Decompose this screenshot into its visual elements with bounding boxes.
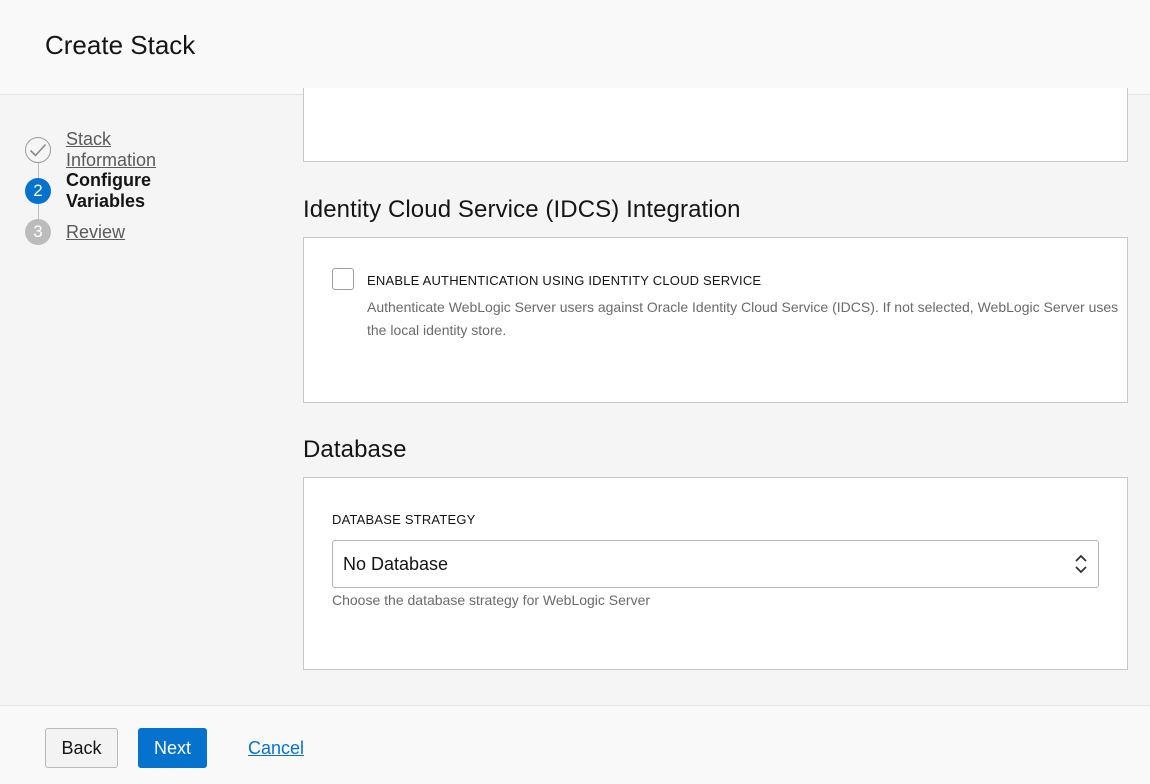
enable-idcs-help: Authenticate WebLogic Server users again…: [367, 299, 1119, 338]
section-title-idcs: Identity Cloud Service (IDCS) Integratio…: [303, 196, 741, 223]
step-label[interactable]: Review: [66, 222, 125, 243]
database-panel: DATABASE STRATEGY No Database Choose the…: [303, 477, 1128, 670]
next-button[interactable]: Next: [138, 728, 207, 768]
back-button[interactable]: Back: [45, 728, 118, 768]
wizard-footer: Back Next Cancel: [0, 705, 1150, 784]
database-strategy-value: No Database: [343, 553, 449, 574]
database-strategy-select[interactable]: No Database: [332, 540, 1099, 588]
step-stack-information[interactable]: Stack Information: [25, 129, 156, 170]
chevron-up-down-icon: [1075, 554, 1087, 574]
enable-idcs-checkbox[interactable]: [332, 268, 354, 290]
step-number-badge: 2: [25, 178, 51, 204]
section-title-database: Database: [303, 436, 407, 463]
enable-idcs-label[interactable]: ENABLE AUTHENTICATION USING IDENTITY CLO…: [367, 273, 761, 288]
step-review[interactable]: 3 Review: [25, 219, 125, 245]
step-configure-variables: 2 Configure Variables: [25, 170, 151, 211]
idcs-panel: ENABLE AUTHENTICATION USING IDENTITY CLO…: [303, 237, 1128, 403]
checkmark-icon: [25, 137, 51, 163]
page-header: Create Stack: [0, 0, 1150, 95]
previous-section-panel: [303, 88, 1128, 162]
cancel-link[interactable]: Cancel: [248, 738, 304, 759]
step-label[interactable]: Stack Information: [66, 129, 156, 171]
step-number-badge: 3: [25, 219, 51, 245]
database-strategy-label: DATABASE STRATEGY: [332, 512, 476, 527]
page-title: Create Stack: [45, 30, 196, 60]
step-label: Configure Variables: [66, 170, 151, 211]
database-strategy-help: Choose the database strategy for WebLogi…: [332, 592, 651, 608]
